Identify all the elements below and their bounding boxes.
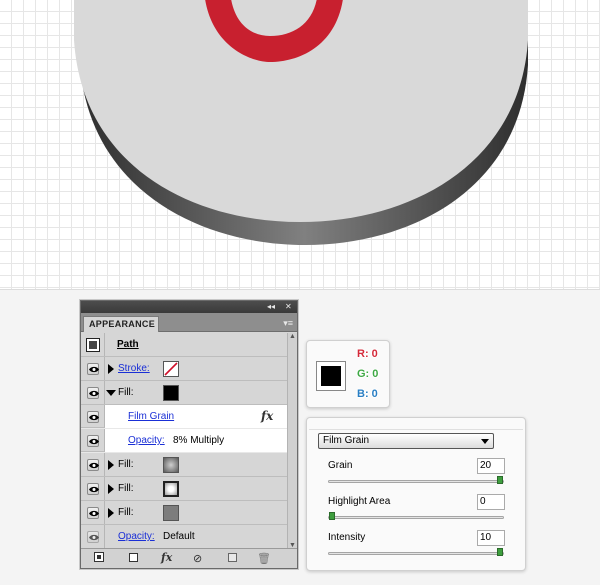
visibility-eye-icon[interactable] [87,435,99,447]
fill-row-gray[interactable]: Fill: [81,501,297,525]
intensity-label: Intensity [328,532,366,543]
opacity-link[interactable]: Opacity: [128,435,165,447]
fill-light-gradient-swatch[interactable] [163,481,179,497]
film-grain-settings: Film Grain Grain 20 Highlight Area 0 Int… [306,417,526,571]
panel-tab-row: APPEARANCE ▾≡ [81,313,297,332]
grain-input[interactable]: 20 [477,458,505,474]
intensity-slider-thumb[interactable] [497,548,503,556]
divider [309,429,523,430]
fill-row-radial[interactable]: Fill: [81,453,297,477]
fill-label: Fill: [118,483,134,494]
film-grain-link[interactable]: Film Grain [128,411,174,423]
highlight-area-input[interactable]: 0 [477,494,505,510]
red-value: R: 0 [357,348,378,360]
add-new-stroke-icon[interactable] [94,552,104,562]
grain-label: Grain [328,460,353,471]
visibility-eye-icon[interactable] [87,531,99,543]
chevron-down-icon [481,439,489,444]
delete-trash-icon[interactable]: 🗑 [257,553,271,565]
opacity-link[interactable]: Opacity: [118,531,155,543]
fill-radial-gradient-swatch[interactable] [163,457,179,473]
disclosure-triangle-icon[interactable] [108,364,114,374]
intensity-slider[interactable] [328,548,504,556]
path-thumbnail-icon [86,338,100,352]
tab-appearance[interactable]: APPEARANCE [83,316,159,332]
close-icon[interactable]: ✕ [285,301,292,313]
duplicate-item-icon[interactable] [228,553,237,562]
fill-label: Fill: [118,459,134,470]
panel-menu-icon[interactable]: ▾≡ [283,316,293,330]
filter-select[interactable]: Film Grain [318,433,494,449]
panel-bottom-bar: fx ⊘ 🗑 [81,548,297,568]
color-readout-box: R: 0 G: 0 B: 0 [306,340,390,408]
fill-label: Fill: [118,387,134,398]
panel-titlebar[interactable]: ◂◂ ✕ [81,301,297,313]
appearance-panel: ◂◂ ✕ APPEARANCE ▾≡ Path Stroke: Fill: Fi… [80,300,298,569]
artboard-canvas[interactable] [0,0,600,290]
panel-scrollbar[interactable]: ▲ ▼ [287,333,297,549]
add-new-fill-icon[interactable] [129,553,138,562]
film-grain-effect-row[interactable]: Film Grain fx [81,405,297,429]
intensity-input[interactable]: 10 [477,530,505,546]
scroll-up-icon[interactable]: ▲ [289,333,296,340]
highlight-area-slider-thumb[interactable] [329,512,335,520]
stroke-label[interactable]: Stroke: [118,363,150,375]
clear-appearance-icon[interactable]: ⊘ [193,553,202,565]
visibility-eye-icon[interactable] [87,411,99,423]
disclosure-triangle-icon[interactable] [108,460,114,470]
filter-select-value: Film Grain [323,435,370,446]
stroke-row[interactable]: Stroke: [81,357,297,381]
green-value: G: 0 [357,368,379,380]
fill-gray-swatch[interactable] [163,505,179,521]
fill-label: Fill: [118,507,134,518]
object-opacity-row[interactable]: Opacity: Default [81,525,297,549]
visibility-eye-icon[interactable] [87,363,99,375]
grain-slider-thumb[interactable] [497,476,503,484]
double-chevron-icon[interactable]: ◂◂ [267,301,275,313]
disclosure-triangle-icon[interactable] [108,508,114,518]
fill-opacity-row[interactable]: Opacity: 8% Multiply [81,429,297,453]
path-label: Path [117,339,139,350]
visibility-eye-icon[interactable] [87,387,99,399]
fill-black-swatch[interactable] [163,385,179,401]
path-header-row[interactable]: Path [81,333,297,357]
add-effect-fx-icon[interactable]: fx [161,552,172,564]
opacity-value: 8% Multiply [173,435,225,446]
fx-icon[interactable]: fx [261,409,273,423]
visibility-eye-icon[interactable] [87,507,99,519]
highlight-area-label: Highlight Area [328,496,391,507]
appearance-list: Path Stroke: Fill: Film Grain fx Opacity… [81,333,297,549]
fill-row-expanded[interactable]: Fill: [81,381,297,405]
visibility-eye-icon[interactable] [87,483,99,495]
stroke-none-swatch[interactable] [163,361,179,377]
visibility-eye-icon[interactable] [87,459,99,471]
color-swatch-black [316,361,346,391]
disclosure-triangle-icon[interactable] [108,484,114,494]
fill-row-light[interactable]: Fill: [81,477,297,501]
blue-value: B: 0 [357,388,378,400]
disclosure-triangle-open-icon[interactable] [106,390,116,396]
grain-slider[interactable] [328,476,504,484]
highlight-area-slider[interactable] [328,512,504,520]
disc-illustration [74,0,528,245]
opacity-value: Default [163,531,195,542]
row-gutter [81,333,105,356]
